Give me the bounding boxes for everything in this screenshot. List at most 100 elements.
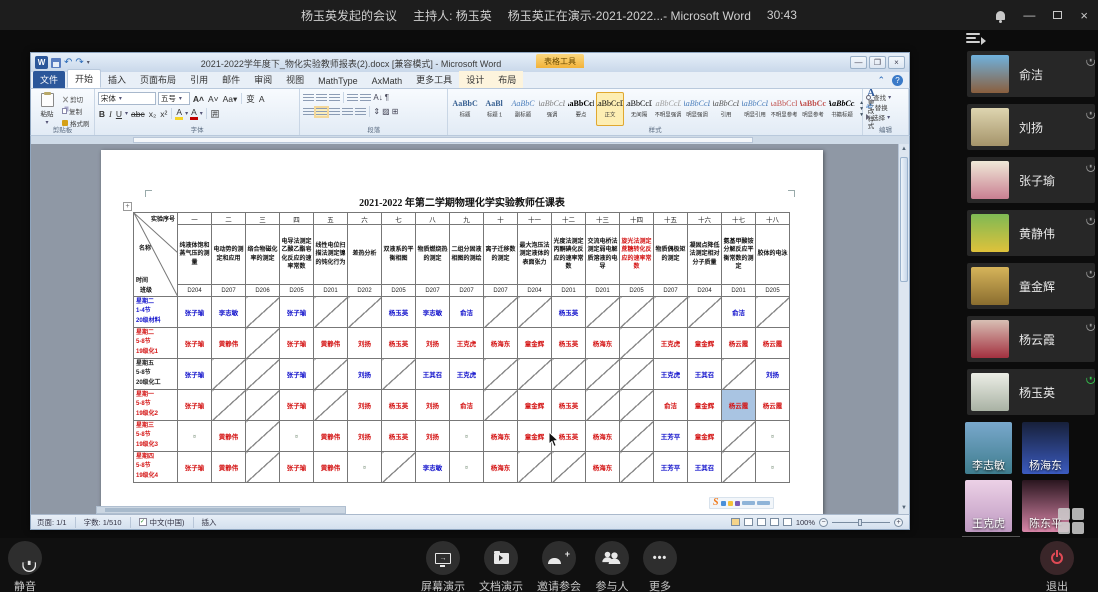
schedule-cell[interactable]: 王芳平	[654, 452, 688, 483]
word-count[interactable]: 字数: 1/510	[84, 517, 131, 528]
tab-AxMath[interactable]: AxMath	[365, 74, 410, 88]
room-cell[interactable]: D205	[280, 285, 314, 297]
style-item-标题[interactable]: AaBbC标题	[451, 92, 479, 126]
schedule-cell[interactable]: 杨海东	[484, 328, 518, 359]
table-move-handle[interactable]: +	[123, 202, 132, 211]
schedule-cell[interactable]: 刘扬	[416, 390, 450, 421]
schedule-cell-empty[interactable]: ¤	[280, 421, 314, 452]
schedule-cell[interactable]: 黄静伟	[212, 328, 246, 359]
column-number-cell[interactable]: 八	[416, 213, 450, 225]
schedule-cell-empty-diagonal[interactable]	[484, 297, 518, 328]
schedule-cell[interactable]: 王克虎	[654, 359, 688, 390]
participant-tile[interactable]: 杨玉英	[967, 369, 1095, 415]
change-case-icon[interactable]: Aa▾	[222, 94, 239, 104]
schedule-cell[interactable]: 刘扬	[348, 359, 382, 390]
minimize-button[interactable]: —	[1023, 10, 1035, 20]
char-shading-icon[interactable]: 囲	[210, 109, 221, 119]
schedule-cell[interactable]: 李志敏	[416, 452, 450, 483]
increase-indent-icon[interactable]	[360, 94, 371, 102]
tab-插入[interactable]: 插入	[101, 71, 133, 88]
schedule-cell[interactable]: 张子瑜	[178, 297, 212, 328]
column-number-cell[interactable]: 十八	[756, 213, 790, 225]
schedule-cell[interactable]: 李志敏	[212, 297, 246, 328]
column-number-cell[interactable]: 二	[212, 213, 246, 225]
experiment-name-cell[interactable]: 凝固点降低法测定相对分子质量	[688, 225, 722, 285]
tab-更多工具[interactable]: 更多工具	[409, 71, 459, 88]
undo-icon[interactable]: ↶	[64, 58, 72, 68]
schedule-cell-empty-diagonal[interactable]	[620, 297, 654, 328]
shrink-font-icon[interactable]: A˅	[207, 94, 220, 104]
schedule-cell-empty-diagonal[interactable]	[586, 359, 620, 390]
schedule-cell-empty-diagonal[interactable]	[722, 359, 756, 390]
hscrollbar-thumb[interactable]	[105, 508, 300, 512]
style-item-副标题[interactable]: AaBbC副标题	[509, 92, 537, 126]
room-cell[interactable]: D206	[246, 285, 280, 297]
experiment-name-cell[interactable]: 二组分固液相图的测绘	[450, 225, 484, 285]
experiment-name-cell[interactable]: 交流电桥法测定弱电解质溶液的电导	[586, 225, 620, 285]
participant-tile[interactable]: 张子瑜	[967, 157, 1095, 203]
font-size-select[interactable]: 五号▾	[158, 92, 190, 105]
schedule-cell[interactable]: 杨玉英	[552, 390, 586, 421]
participant-tile[interactable]: 刘扬	[967, 104, 1095, 150]
word-close-button[interactable]: ×	[888, 56, 905, 69]
schedule-cell[interactable]: 张子瑜	[280, 452, 314, 483]
schedule-cell[interactable]: 童金辉	[518, 390, 552, 421]
clipboard-item-剪切[interactable]: 剪切	[62, 94, 90, 104]
column-number-cell[interactable]: 九	[450, 213, 484, 225]
schedule-cell[interactable]: 杨云霞	[756, 328, 790, 359]
edit-item-替换[interactable]: ab替换	[866, 102, 905, 112]
shading-icon[interactable]: ▨	[382, 107, 390, 116]
schedule-cell-empty-diagonal[interactable]	[586, 297, 620, 328]
horizontal-scrollbar[interactable]	[96, 506, 346, 514]
schedule-cell-empty-diagonal[interactable]	[212, 359, 246, 390]
experiment-name-cell[interactable]: 胶体的电泳	[756, 225, 790, 285]
show-marks-icon[interactable]: ¶	[385, 93, 389, 102]
schedule-cell[interactable]: 黄静伟	[314, 452, 348, 483]
schedule-cell-empty-diagonal[interactable]	[620, 452, 654, 483]
schedule-cell-empty-diagonal[interactable]	[552, 452, 586, 483]
room-cell[interactable]: D201	[314, 285, 348, 297]
column-number-cell[interactable]: 十一	[518, 213, 552, 225]
grid-view-icon[interactable]	[1058, 508, 1086, 534]
schedule-cell-empty-diagonal[interactable]	[212, 390, 246, 421]
row-label-cell[interactable]: 星期二5-8节19级化1	[134, 328, 178, 359]
word-restore-button[interactable]: ❐	[869, 56, 886, 69]
schedule-cell-empty[interactable]: ¤	[756, 421, 790, 452]
style-item-强调[interactable]: AaBbCcD强调	[538, 92, 566, 126]
column-number-cell[interactable]: 十四	[620, 213, 654, 225]
schedule-cell[interactable]: 黄静伟	[314, 328, 348, 359]
participant-tile[interactable]: 黄静伟	[967, 210, 1095, 256]
schedule-cell-empty-diagonal[interactable]	[484, 359, 518, 390]
edit-item-查找[interactable]: 查找▾	[866, 92, 905, 102]
schedule-cell-empty-diagonal[interactable]	[246, 359, 280, 390]
style-item-不明显参考[interactable]: AaBbCcD不明显参考	[770, 92, 798, 126]
schedule-cell[interactable]: 张子瑜	[178, 359, 212, 390]
room-cell[interactable]: D201	[586, 285, 620, 297]
room-cell[interactable]: D201	[552, 285, 586, 297]
tab-布局[interactable]: 布局	[491, 71, 523, 88]
toolbar-button-屏幕演示[interactable]: →屏幕演示	[421, 541, 465, 592]
schedule-cell-empty-diagonal[interactable]	[518, 297, 552, 328]
style-item-标题 1[interactable]: AaBl标题 1	[480, 92, 508, 126]
room-cell[interactable]: D207	[450, 285, 484, 297]
highlight-color-button[interactable]: A	[175, 107, 183, 120]
page-indicator[interactable]: 页面: 1/1	[37, 517, 76, 528]
style-item-无间隔[interactable]: AaBbCcDi无间隔	[625, 92, 653, 126]
column-number-cell[interactable]: 十	[484, 213, 518, 225]
clipboard-item-复制[interactable]: 复制	[62, 106, 90, 116]
schedule-cell[interactable]: 杨云霞	[756, 390, 790, 421]
schedule-cell[interactable]: 童金辉	[688, 390, 722, 421]
room-cell[interactable]: D204	[518, 285, 552, 297]
justify-icon[interactable]	[342, 108, 353, 116]
schedule-cell[interactable]: 张子瑜	[280, 390, 314, 421]
decrease-indent-icon[interactable]	[347, 94, 358, 102]
schedule-cell[interactable]: 黄静伟	[314, 421, 348, 452]
schedule-cell[interactable]: 张子瑜	[280, 328, 314, 359]
tab-设计[interactable]: 设计	[459, 71, 491, 88]
schedule-cell[interactable]: 刘扬	[756, 359, 790, 390]
scroll-up-icon[interactable]: ▲	[899, 144, 909, 155]
zoom-out-button[interactable]: −	[819, 518, 828, 527]
style-item-明显参考[interactable]: AaBbCcI明显参考	[799, 92, 827, 126]
phonetic-guide-icon[interactable]: 变	[245, 94, 256, 104]
schedule-cell-empty[interactable]: ¤	[348, 452, 382, 483]
